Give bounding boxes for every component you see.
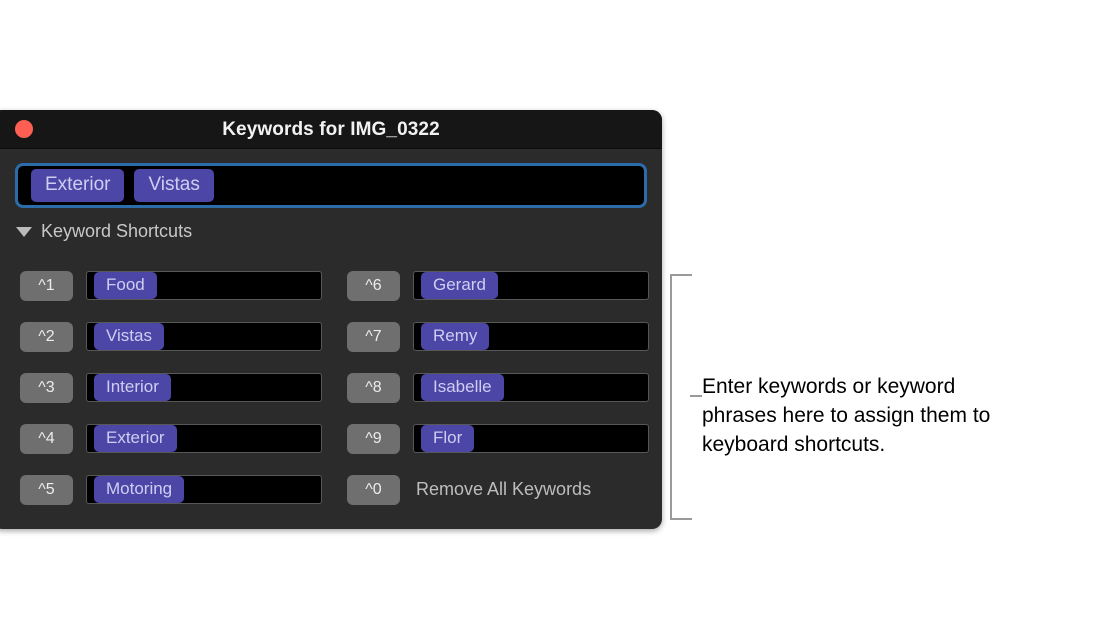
shortcut-key-badge: ^7 [347, 321, 400, 352]
shortcut-keyword-field[interactable]: Gerard [413, 271, 649, 300]
callout-bracket [670, 274, 692, 520]
shortcut-row: ^0 Remove All Keywords [347, 474, 649, 505]
keywords-window: Keywords for IMG_0322 Exterior Vistas Key… [0, 110, 662, 529]
keyword-entry-field[interactable]: Exterior Vistas [15, 163, 647, 208]
keyword-token[interactable]: Remy [421, 323, 490, 350]
keyword-token[interactable]: Vistas [134, 169, 214, 202]
shortcut-keyword-field[interactable]: Isabelle [413, 373, 649, 402]
keyword-token[interactable]: Gerard [421, 272, 498, 299]
shortcut-keyword-field[interactable]: Interior [86, 373, 322, 402]
keyword-token[interactable]: Motoring [94, 476, 185, 503]
shortcut-key-badge: ^9 [347, 423, 400, 454]
shortcut-row: ^1 Food [20, 270, 322, 301]
shortcut-row: ^5 Motoring [20, 474, 322, 505]
keyword-token[interactable]: Exterior [94, 425, 177, 452]
shortcut-keyword-field[interactable]: Exterior [86, 424, 322, 453]
keyword-token[interactable]: Isabelle [421, 374, 504, 401]
shortcut-row: ^9 Flor [347, 423, 649, 454]
keyword-token[interactable]: Vistas [94, 323, 164, 350]
callout-leader-line [690, 395, 702, 397]
shortcut-key-badge: ^6 [347, 270, 400, 301]
remove-all-keywords-label: Remove All Keywords [416, 479, 592, 499]
keyword-shortcuts-label: Keyword Shortcuts [41, 221, 193, 241]
shortcut-column-left: ^1 Food ^2 Vistas ^3 Interior ^4 Exterior ^5 Moto… [20, 270, 322, 525]
shortcut-keyword-field[interactable]: Vistas [86, 322, 322, 351]
shortcut-row: ^4 Exterior [20, 423, 322, 454]
shortcut-keyword-field[interactable]: Remy [413, 322, 649, 351]
keyword-shortcuts-header[interactable]: Keyword Shortcuts [16, 221, 192, 242]
triangle-down-icon[interactable] [16, 226, 32, 237]
shortcut-keyword-field[interactable]: Food [86, 271, 322, 300]
shortcut-key-badge: ^2 [20, 321, 73, 352]
shortcut-key-badge: ^5 [20, 474, 73, 505]
keyword-token-list[interactable]: Exterior Vistas [21, 169, 641, 202]
shortcut-keyword-field[interactable]: Motoring [86, 475, 322, 504]
shortcut-row: ^8 Isabelle [347, 372, 649, 403]
window-titlebar: Keywords for IMG_0322 [0, 110, 662, 149]
shortcut-key-badge: ^0 [347, 474, 400, 505]
annotation-callout: Enter keywords or keyword phrases here t… [670, 274, 1030, 520]
shortcut-key-badge: ^8 [347, 372, 400, 403]
window-title: Keywords for IMG_0322 [222, 119, 440, 140]
shortcut-column-right: ^6 Gerard ^7 Remy ^8 Isabelle ^9 Flor ^0 Remove A… [347, 270, 649, 525]
shortcut-key-badge: ^4 [20, 423, 73, 454]
shortcut-key-badge: ^1 [20, 270, 73, 301]
keyword-token[interactable]: Food [94, 272, 157, 299]
shortcut-keyword-field[interactable]: Flor [413, 424, 649, 453]
keyword-token[interactable]: Exterior [31, 169, 125, 202]
shortcut-row: ^3 Interior [20, 372, 322, 403]
shortcut-row: ^6 Gerard [347, 270, 649, 301]
keyword-token[interactable]: Interior [94, 374, 171, 401]
shortcut-key-badge: ^3 [20, 372, 73, 403]
annotation-text: Enter keywords or keyword phrases here t… [702, 375, 991, 456]
shortcut-row: ^7 Remy [347, 321, 649, 352]
keyword-token[interactable]: Flor [421, 425, 475, 452]
shortcut-row: ^2 Vistas [20, 321, 322, 352]
